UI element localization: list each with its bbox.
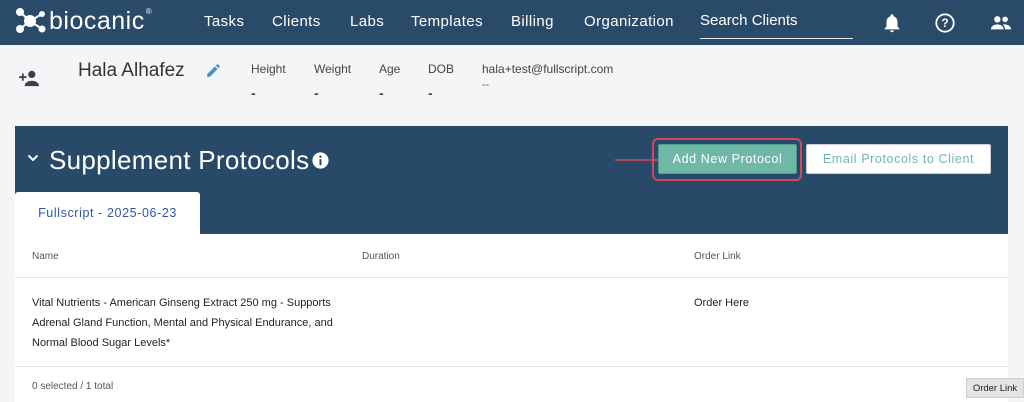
column-header-name[interactable]: Name (32, 251, 59, 262)
nav-billing[interactable]: Billing (511, 13, 554, 30)
order-link-tooltip: Order Link (966, 378, 1024, 398)
column-header-order-link[interactable]: Order Link (694, 251, 741, 262)
product-name-cell: Vital Nutrients - American Ginseng Extra… (32, 297, 333, 349)
stat-value: - (314, 85, 319, 101)
stat-label: Weight (314, 62, 352, 76)
supplement-protocols-panel: Supplement Protocols Add New Protocol Em… (15, 126, 1008, 234)
brand-logo[interactable]: biocanic® (14, 6, 152, 36)
search-clients-field (700, 12, 853, 39)
stat-label: Age (379, 62, 401, 76)
nav-labs[interactable]: Labs (350, 13, 384, 30)
panel-title: Supplement Protocols (49, 145, 310, 175)
email-address: hala+test@fullscript.com (482, 62, 614, 76)
help-icon[interactable]: ? (934, 12, 956, 34)
stat-age: Age - (379, 62, 400, 101)
tab-fullscript-protocol[interactable]: Fullscript - 2025-06-23 (15, 192, 200, 234)
nav-tasks[interactable]: Tasks (204, 13, 244, 30)
nav-organization[interactable]: Organization (584, 13, 674, 30)
stat-label: DOB (428, 62, 455, 76)
brand-name: biocanic® (49, 6, 153, 35)
selection-count: 0 selected / 1 total (32, 381, 114, 392)
client-name: Hala Alhafez (78, 60, 185, 81)
stat-height: Height - (251, 62, 286, 101)
search-input[interactable] (700, 12, 853, 29)
svg-text:?: ? (941, 16, 948, 30)
stat-weight: Weight - (314, 62, 351, 101)
stat-value: - (251, 85, 256, 101)
client-header: Hala Alhafez Height - Weight - Age - DOB… (0, 45, 1024, 120)
table-row[interactable]: Vital Nutrients - American Ginseng Extra… (15, 279, 1008, 367)
add-person-icon[interactable] (19, 69, 41, 87)
nav-clients[interactable]: Clients (272, 13, 321, 30)
stat-label: Height (251, 62, 286, 76)
email-subtext: -- (482, 79, 490, 91)
bell-icon[interactable] (881, 12, 903, 34)
info-icon[interactable] (312, 152, 329, 169)
stat-dob: DOB - (428, 62, 454, 101)
column-header-duration[interactable]: Duration (362, 251, 400, 262)
logo-molecule-icon (16, 8, 46, 33)
stat-value: - (379, 85, 384, 101)
email-protocols-button[interactable]: Email Protocols to Client (806, 144, 991, 174)
client-email: hala+test@fullscript.com -- (482, 62, 613, 91)
stat-value: - (428, 85, 433, 101)
table-header: Name Duration Order Link (15, 234, 1008, 278)
protocol-table: Name Duration Order Link Vital Nutrients… (15, 234, 1008, 402)
top-navbar: biocanic® Tasks Clients Labs Templates B… (0, 0, 1024, 45)
edit-pencil-icon[interactable] (205, 62, 222, 79)
nav-templates[interactable]: Templates (411, 13, 483, 30)
people-icon[interactable] (989, 12, 1013, 34)
chevron-down-icon[interactable] (27, 153, 39, 163)
add-new-protocol-button[interactable]: Add New Protocol (658, 144, 797, 174)
order-here-link[interactable]: Order Here (694, 293, 749, 313)
